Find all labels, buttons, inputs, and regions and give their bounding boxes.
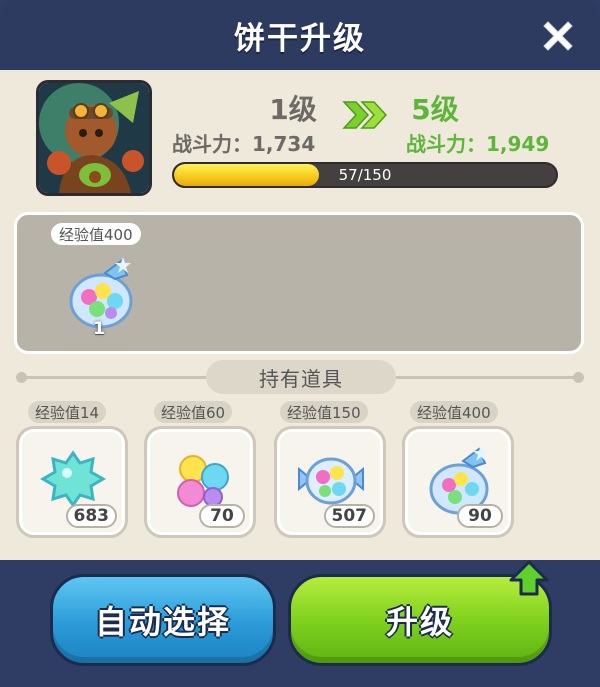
xp-progress-text: 57/150 [338,166,392,184]
upgrade-dialog: 饼干升级 1级 5级 战斗力：1,734 战斗力：1,949 57/150 经验… [0,0,600,687]
inventory-item-count: 683 [65,504,117,528]
next-level: 5级 [411,93,459,126]
inventory-item[interactable]: 683 [16,426,128,538]
current-power: 战斗力：1,734 [172,132,316,156]
next-power: 战斗力：1,949 [406,132,550,156]
cookie-avatar-icon [39,83,149,193]
auto-select-label: 自动选择 [94,603,231,641]
inventory-item-count: 507 [323,504,375,528]
divider-line-left [24,376,214,379]
up-arrow-icon [509,560,549,596]
dialog-title: 饼干升级 [234,20,366,57]
title-bar: 饼干升级 [0,0,600,70]
selected-items-area[interactable]: 经验值400 1 [14,212,584,354]
current-level: 1级 [269,93,317,126]
selected-item-exp-label: 经验值400 [51,223,141,245]
cookie-portrait [36,80,152,196]
inventory-item[interactable]: 507 [274,426,386,538]
inventory-item-count: 90 [457,504,503,528]
divider-dot-right [573,372,584,383]
inventory-item-count: 70 [199,504,245,528]
inventory-item-exp-label: 经验值400 [410,401,498,423]
xp-progress-bar: 57/150 [172,162,558,188]
inventory-item-exp-label: 经验值14 [28,401,107,423]
double-chevron-right-icon [342,101,388,129]
upgrade-label: 升级 [385,603,454,641]
inventory-item[interactable]: 70 [144,426,256,538]
inventory-item-exp-label: 经验值60 [154,401,233,423]
close-icon[interactable] [538,16,578,56]
inventory-item[interactable]: 90 [402,426,514,538]
auto-select-button[interactable]: 自动选择 [50,574,276,666]
divider-line-right [388,376,578,379]
inventory-item-exp-label: 经验值150 [280,401,368,423]
selected-item-count: 1 [93,319,105,339]
dialog-body: 1级 5级 战斗力：1,734 战斗力：1,949 57/150 经验值400 [0,70,600,560]
inventory-title: 持有道具 [206,360,396,394]
